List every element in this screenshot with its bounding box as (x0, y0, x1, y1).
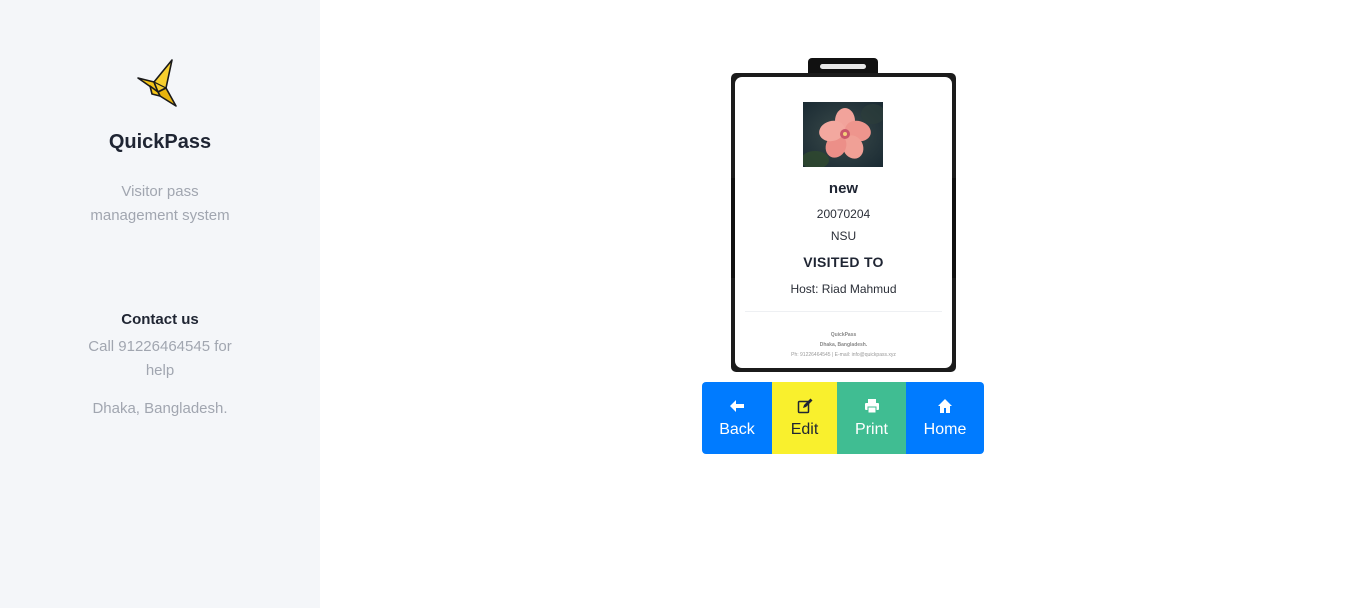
visitor-badge: new 20070204 NSU VISITED TO Host: Riad M… (731, 73, 956, 372)
visited-to-label: VISITED TO (803, 254, 884, 270)
badge-footer-brand: QuickPass (830, 332, 857, 338)
home-button-label: Home (923, 420, 967, 438)
badge-footer-address: Dhaka, Bangladesh. (819, 342, 868, 348)
edit-button[interactable]: Edit (772, 382, 837, 454)
tagline: Visitor pass management system (90, 183, 230, 224)
sidebar: QuickPass Visitor pass management system… (0, 0, 320, 608)
brand-name: QuickPass (108, 131, 212, 153)
visitor-name: new (828, 180, 859, 197)
edit-button-label: Edit (790, 420, 819, 438)
arrow-left-icon (730, 399, 744, 412)
print-button-label: Print (855, 420, 888, 438)
visitor-id: 20070204 (816, 207, 871, 221)
badge-clip-slot (820, 64, 866, 69)
home-icon (938, 398, 952, 413)
back-button-label: Back (719, 420, 755, 438)
badge-card: new 20070204 NSU VISITED TO Host: Riad M… (735, 77, 952, 368)
host-name: Host: Riad Mahmud (790, 282, 897, 296)
origami-bird-icon (137, 59, 177, 107)
home-button[interactable]: Home (906, 382, 984, 454)
contact-title: Contact us (121, 311, 199, 328)
visitor-organization: NSU (830, 229, 857, 243)
action-button-group: Back Edit Print Home (702, 382, 984, 454)
badge-divider (745, 311, 942, 312)
contact-address: Dhaka, Bangladesh. (92, 400, 228, 417)
back-button[interactable]: Back (702, 382, 772, 454)
badge-footer-contact: Ph: 91226464545 | E-mail: info@quickpass… (791, 352, 896, 358)
visitor-photo (803, 102, 883, 167)
contact-phone: Call 91226464545 for help (88, 338, 232, 379)
edit-icon (797, 398, 812, 413)
printer-icon (864, 398, 879, 413)
print-button[interactable]: Print (837, 382, 906, 454)
